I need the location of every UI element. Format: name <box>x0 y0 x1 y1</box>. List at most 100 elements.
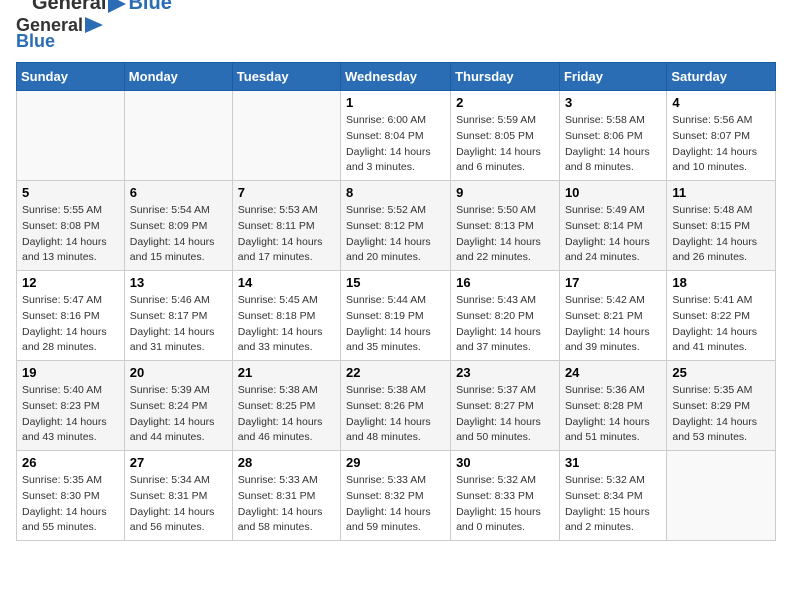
day-number: 12 <box>22 275 119 290</box>
day-number: 14 <box>238 275 335 290</box>
calendar-header-row: SundayMondayTuesdayWednesdayThursdayFrid… <box>17 63 776 91</box>
day-number: 28 <box>238 455 335 470</box>
day-number: 24 <box>565 365 661 380</box>
day-number: 22 <box>346 365 445 380</box>
day-info: Sunrise: 5:56 AMSunset: 8:07 PMDaylight:… <box>672 113 770 176</box>
day-number: 30 <box>456 455 554 470</box>
day-info: Sunrise: 5:36 AMSunset: 8:28 PMDaylight:… <box>565 383 661 446</box>
day-info: Sunrise: 5:53 AMSunset: 8:11 PMDaylight:… <box>238 203 335 266</box>
day-info: Sunrise: 5:44 AMSunset: 8:19 PMDaylight:… <box>346 293 445 356</box>
calendar-cell: 31 Sunrise: 5:32 AMSunset: 8:34 PMDayligh… <box>559 451 666 541</box>
day-info: Sunrise: 5:42 AMSunset: 8:21 PMDaylight:… <box>565 293 661 356</box>
day-number: 19 <box>22 365 119 380</box>
day-info: Sunrise: 5:46 AMSunset: 8:17 PMDaylight:… <box>130 293 227 356</box>
calendar-cell <box>667 451 776 541</box>
calendar-cell: 9 Sunrise: 5:50 AMSunset: 8:13 PMDaylight… <box>451 181 560 271</box>
logo-triangle-icon <box>85 17 103 33</box>
logo-blue-text: Blue <box>16 32 103 50</box>
day-info: Sunrise: 5:45 AMSunset: 8:18 PMDaylight:… <box>238 293 335 356</box>
day-number: 23 <box>456 365 554 380</box>
calendar-cell: 10 Sunrise: 5:49 AMSunset: 8:14 PMDayligh… <box>559 181 666 271</box>
logo: General Blue <box>16 16 103 50</box>
day-number: 21 <box>238 365 335 380</box>
day-number: 31 <box>565 455 661 470</box>
calendar-cell: 26 Sunrise: 5:35 AMSunset: 8:30 PMDayligh… <box>17 451 125 541</box>
calendar-cell: 20 Sunrise: 5:39 AMSunset: 8:24 PMDayligh… <box>124 361 232 451</box>
day-info: Sunrise: 5:48 AMSunset: 8:15 PMDaylight:… <box>672 203 770 266</box>
day-number: 16 <box>456 275 554 290</box>
calendar-cell: 4Sunrise: 5:56 AMSunset: 8:07 PMDaylight… <box>667 91 776 181</box>
calendar-cell: 19Sunrise: 5:40 AMSunset: 8:23 PMDayligh… <box>17 361 125 451</box>
day-info: Sunrise: 5:49 AMSunset: 8:14 PMDaylight:… <box>565 203 661 266</box>
weekday-header-tuesday: Tuesday <box>232 63 340 91</box>
calendar-cell: 22 Sunrise: 5:38 AMSunset: 8:26 PMDayligh… <box>341 361 451 451</box>
logo-general: General <box>32 0 106 15</box>
day-info: Sunrise: 5:38 AMSunset: 8:26 PMDaylight:… <box>346 383 445 446</box>
day-number: 20 <box>130 365 227 380</box>
day-number: 3 <box>565 95 661 110</box>
weekday-header-monday: Monday <box>124 63 232 91</box>
day-info: Sunrise: 5:35 AMSunset: 8:30 PMDaylight:… <box>22 473 119 536</box>
weekday-header-saturday: Saturday <box>667 63 776 91</box>
day-number: 1 <box>346 95 445 110</box>
day-number: 7 <box>238 185 335 200</box>
day-info: Sunrise: 5:32 AMSunset: 8:34 PMDaylight:… <box>565 473 661 536</box>
page-header: General Blue <box>16 16 776 50</box>
day-info: Sunrise: 5:52 AMSunset: 8:12 PMDaylight:… <box>346 203 445 266</box>
day-info: Sunrise: 5:33 AMSunset: 8:32 PMDaylight:… <box>346 473 445 536</box>
calendar-week-row: 1Sunrise: 6:00 AMSunset: 8:04 PMDaylight… <box>17 91 776 181</box>
calendar-cell: 14 Sunrise: 5:45 AMSunset: 8:18 PMDayligh… <box>232 271 340 361</box>
day-number: 27 <box>130 455 227 470</box>
weekday-header-friday: Friday <box>559 63 666 91</box>
calendar-cell: 21 Sunrise: 5:38 AMSunset: 8:25 PMDayligh… <box>232 361 340 451</box>
day-info: Sunrise: 5:59 AMSunset: 8:05 PMDaylight:… <box>456 113 554 176</box>
calendar-cell: 24 Sunrise: 5:36 AMSunset: 8:28 PMDayligh… <box>559 361 666 451</box>
day-number: 17 <box>565 275 661 290</box>
day-number: 8 <box>346 185 445 200</box>
day-number: 6 <box>130 185 227 200</box>
day-info: Sunrise: 5:50 AMSunset: 8:13 PMDaylight:… <box>456 203 554 266</box>
day-info: Sunrise: 5:32 AMSunset: 8:33 PMDaylight:… <box>456 473 554 536</box>
calendar-cell: 29 Sunrise: 5:33 AMSunset: 8:32 PMDayligh… <box>341 451 451 541</box>
calendar-cell: 11Sunrise: 5:48 AMSunset: 8:15 PMDayligh… <box>667 181 776 271</box>
calendar-cell: 3 Sunrise: 5:58 AMSunset: 8:06 PMDaylight… <box>559 91 666 181</box>
day-number: 13 <box>130 275 227 290</box>
day-info: Sunrise: 5:47 AMSunset: 8:16 PMDaylight:… <box>22 293 119 356</box>
calendar-cell <box>124 91 232 181</box>
day-info: Sunrise: 5:58 AMSunset: 8:06 PMDaylight:… <box>565 113 661 176</box>
day-number: 15 <box>346 275 445 290</box>
day-number: 10 <box>565 185 661 200</box>
calendar-cell: 6Sunrise: 5:54 AMSunset: 8:09 PMDaylight… <box>124 181 232 271</box>
weekday-header-thursday: Thursday <box>451 63 560 91</box>
calendar-cell: 18Sunrise: 5:41 AMSunset: 8:22 PMDayligh… <box>667 271 776 361</box>
calendar-cell: 16Sunrise: 5:43 AMSunset: 8:20 PMDayligh… <box>451 271 560 361</box>
weekday-header-sunday: Sunday <box>17 63 125 91</box>
day-number: 29 <box>346 455 445 470</box>
day-number: 9 <box>456 185 554 200</box>
calendar-week-row: 5Sunrise: 5:55 AMSunset: 8:08 PMDaylight… <box>17 181 776 271</box>
calendar-week-row: 19Sunrise: 5:40 AMSunset: 8:23 PMDayligh… <box>17 361 776 451</box>
calendar-cell: 30 Sunrise: 5:32 AMSunset: 8:33 PMDayligh… <box>451 451 560 541</box>
calendar-week-row: 26 Sunrise: 5:35 AMSunset: 8:30 PMDayligh… <box>17 451 776 541</box>
calendar-cell: 17 Sunrise: 5:42 AMSunset: 8:21 PMDayligh… <box>559 271 666 361</box>
calendar-cell: 2Sunrise: 5:59 AMSunset: 8:05 PMDaylight… <box>451 91 560 181</box>
logo-blue: Blue <box>128 0 171 15</box>
day-info: Sunrise: 5:35 AMSunset: 8:29 PMDaylight:… <box>672 383 770 446</box>
calendar-week-row: 12 Sunrise: 5:47 AMSunset: 8:16 PMDayligh… <box>17 271 776 361</box>
calendar-cell: 27Sunrise: 5:34 AMSunset: 8:31 PMDayligh… <box>124 451 232 541</box>
calendar-cell: 1Sunrise: 6:00 AMSunset: 8:04 PMDaylight… <box>341 91 451 181</box>
calendar-cell: 13 Sunrise: 5:46 AMSunset: 8:17 PMDayligh… <box>124 271 232 361</box>
day-info: Sunrise: 5:37 AMSunset: 8:27 PMDaylight:… <box>456 383 554 446</box>
calendar-table: SundayMondayTuesdayWednesdayThursdayFrid… <box>16 62 776 541</box>
calendar-cell: 28Sunrise: 5:33 AMSunset: 8:31 PMDayligh… <box>232 451 340 541</box>
calendar-cell: 23 Sunrise: 5:37 AMSunset: 8:27 PMDayligh… <box>451 361 560 451</box>
calendar-cell: 25Sunrise: 5:35 AMSunset: 8:29 PMDayligh… <box>667 361 776 451</box>
day-info: Sunrise: 5:38 AMSunset: 8:25 PMDaylight:… <box>238 383 335 446</box>
calendar-cell <box>17 91 125 181</box>
day-number: 18 <box>672 275 770 290</box>
day-number: 26 <box>22 455 119 470</box>
calendar-cell: 8 Sunrise: 5:52 AMSunset: 8:12 PMDaylight… <box>341 181 451 271</box>
weekday-header-wednesday: Wednesday <box>341 63 451 91</box>
day-info: Sunrise: 5:39 AMSunset: 8:24 PMDaylight:… <box>130 383 227 446</box>
logo-arrow-icon <box>106 0 128 15</box>
